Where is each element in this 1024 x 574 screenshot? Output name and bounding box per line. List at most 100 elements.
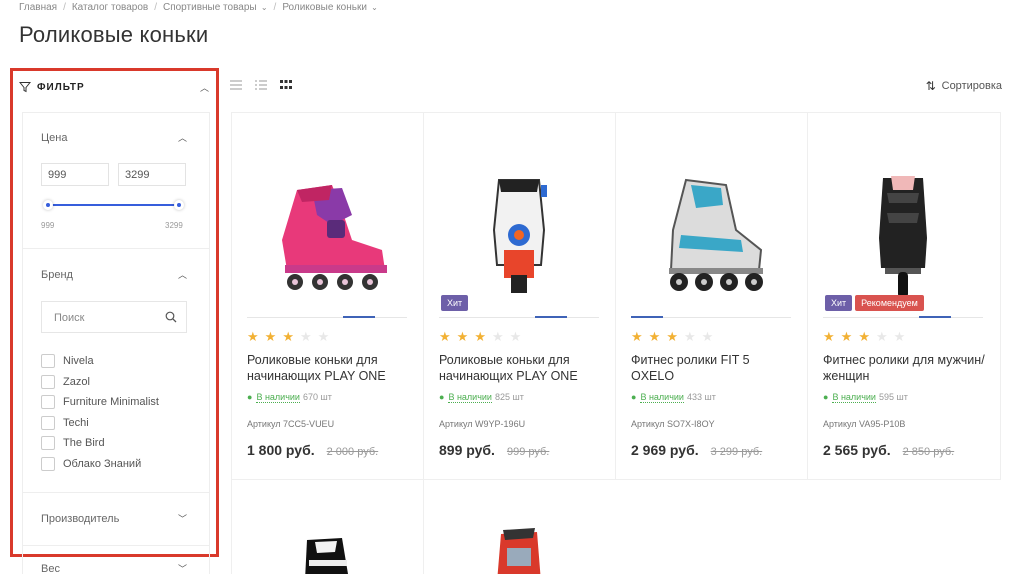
current-price: 2 565 руб. — [823, 442, 891, 458]
list-view-icon[interactable] — [255, 80, 267, 90]
star-icon: ★ — [299, 329, 312, 344]
chevron-down-icon[interactable]: ﹀ — [178, 562, 187, 574]
product-image[interactable] — [439, 155, 599, 315]
brand-option[interactable]: Zazol — [41, 374, 90, 389]
stock-count: 825 шт — [494, 392, 524, 402]
product-name[interactable]: Фитнес ролики FIT 5 OXELO — [631, 352, 796, 384]
in-stock-dot-icon: ● — [247, 392, 253, 402]
brand-search-placeholder: Поиск — [54, 312, 85, 324]
rating: ★ ★ ★ ★ ★ — [247, 330, 329, 343]
price-range-max-label: 3299 — [165, 221, 183, 230]
stock-label: В наличии — [256, 392, 300, 403]
price-slider-track[interactable] — [48, 204, 179, 206]
brand-option[interactable]: Облако Знаний — [41, 456, 141, 471]
checkbox[interactable] — [41, 374, 55, 389]
product-image[interactable] — [631, 155, 791, 315]
sort-label: Сортировка — [941, 80, 1002, 92]
breadcrumb-separator: / — [273, 2, 277, 13]
checkbox[interactable] — [41, 394, 55, 409]
star-icon: ★ — [491, 329, 504, 344]
price-max-input[interactable]: 3299 — [118, 163, 186, 186]
product-card[interactable] — [232, 480, 424, 574]
stock-status: ● В наличии 433 шт — [631, 392, 716, 403]
filter-header[interactable]: ФИЛЬТР ︿ — [19, 78, 209, 96]
sort-button[interactable]: ⇅ Сортировка — [926, 79, 1002, 93]
star-icon: ★ — [648, 329, 661, 344]
divider — [22, 248, 210, 249]
stock-label: В наличии — [640, 392, 684, 403]
star-icon: ★ — [631, 329, 643, 344]
product-image[interactable] — [247, 155, 407, 315]
product-name[interactable]: Роликовые коньки для начинающих PLAY ONE — [247, 352, 412, 384]
product-card[interactable]: ★ ★ ★ ★ ★ Фитнес ролики FIT 5 OXELO ● В налич… — [616, 113, 808, 479]
brand-option[interactable]: Nivela — [41, 353, 94, 368]
star-icon: ★ — [893, 329, 906, 344]
old-price: 2 850 руб. — [902, 446, 955, 458]
stock-count: 433 шт — [686, 392, 716, 402]
table-view-icon[interactable] — [230, 80, 242, 90]
manufacturer-section-title[interactable]: Производитель — [41, 513, 119, 525]
breadcrumb-separator: / — [154, 2, 157, 13]
weight-section-title[interactable]: Вес — [41, 563, 60, 574]
badges: Хит Рекомендуем — [825, 295, 924, 311]
stock-status: ● В наличии 595 шт — [823, 392, 908, 403]
breadcrumb-catalog[interactable]: Каталог товаров — [72, 2, 148, 13]
price-min-input[interactable]: 999 — [41, 163, 109, 186]
fitness-skate-image — [669, 178, 763, 291]
price-section-title[interactable]: Цена — [41, 132, 67, 144]
product-sku: Артикул SO7X-I8OY — [631, 419, 715, 429]
grid-view-icon[interactable] — [280, 80, 292, 90]
chevron-up-icon[interactable]: ︿ — [200, 81, 209, 94]
product-price: 2 565 руб. 2 850 руб. — [823, 442, 954, 458]
breadcrumb-current[interactable]: Роликовые коньки ⌄ — [282, 2, 378, 13]
breadcrumb: Главная / Каталог товаров / Спортивные т… — [19, 2, 378, 13]
brand-option[interactable]: The Bird — [41, 435, 105, 450]
star-icon: ★ — [474, 329, 486, 344]
brand-search-input[interactable]: Поиск — [41, 301, 187, 333]
checkbox[interactable] — [41, 456, 55, 471]
star-icon: ★ — [456, 329, 469, 344]
chevron-up-icon[interactable]: ︿ — [178, 131, 187, 144]
product-image[interactable] — [439, 522, 599, 574]
brand-option[interactable]: Techi — [41, 415, 89, 430]
brand-option-label: Nivela — [63, 354, 94, 367]
star-icon: ★ — [282, 329, 294, 344]
checkbox[interactable] — [41, 415, 55, 430]
price-slider-min-handle[interactable] — [43, 200, 53, 210]
star-icon: ★ — [875, 329, 888, 344]
old-price: 3 299 руб. — [710, 446, 763, 458]
image-pager-active — [343, 316, 375, 318]
product-name[interactable]: Роликовые коньки для начинающих PLAY ONE — [439, 352, 604, 384]
product-image[interactable] — [247, 520, 407, 574]
product-name[interactable]: Фитнес ролики для мужчин/женщин — [823, 352, 988, 384]
image-pager — [439, 316, 599, 318]
breadcrumb-home[interactable]: Главная — [19, 2, 57, 13]
price-range-min-label: 999 — [41, 221, 55, 230]
image-pager-active — [919, 316, 951, 318]
product-card[interactable]: Хит ★ ★ ★ ★ ★ Роликовые коньки для начинающи… — [424, 113, 616, 479]
skate-image — [305, 538, 348, 574]
stock-count: 595 шт — [878, 392, 908, 402]
recommended-badge: Рекомендуем — [855, 295, 924, 311]
price-slider-max-handle[interactable] — [174, 200, 184, 210]
brand-option-label: Techi — [63, 416, 89, 429]
checkbox[interactable] — [41, 353, 55, 368]
star-icon: ★ — [247, 329, 259, 344]
product-card[interactable] — [424, 480, 616, 574]
product-card[interactable]: Хит Рекомендуем ★ ★ ★ ★ ★ Фитнес ролики для м… — [808, 113, 1000, 479]
brand-option-label: Облако Знаний — [63, 457, 142, 470]
breadcrumb-separator: / — [63, 2, 66, 13]
breadcrumb-sport[interactable]: Спортивные товары ⌄ — [163, 2, 268, 13]
product-image[interactable] — [823, 155, 983, 315]
brand-option-label: Zazol — [63, 375, 90, 388]
chevron-up-icon[interactable]: ︿ — [178, 268, 187, 281]
product-card[interactable]: ★ ★ ★ ★ ★ Роликовые коньки для начинающих PL… — [232, 113, 424, 479]
checkbox[interactable] — [41, 435, 55, 450]
chevron-down-icon: ⌄ — [258, 3, 268, 12]
search-icon[interactable] — [165, 311, 177, 323]
chevron-down-icon[interactable]: ﹀ — [178, 512, 187, 525]
brand-section-title[interactable]: Бренд — [41, 269, 73, 281]
image-pager — [823, 316, 983, 318]
star-icon: ★ — [317, 329, 330, 344]
brand-option[interactable]: Furniture Minimalist — [41, 394, 159, 409]
